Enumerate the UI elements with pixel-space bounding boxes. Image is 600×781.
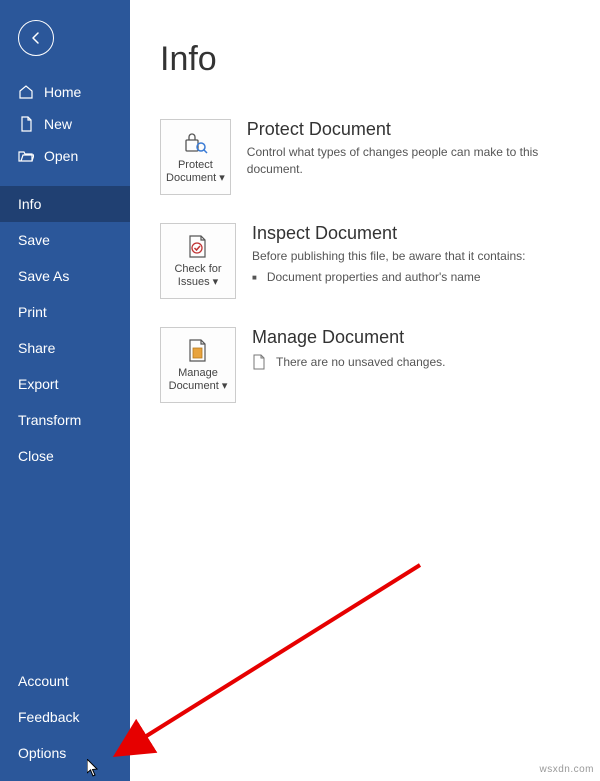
sidebar-item-label: Save As [18,268,69,284]
sidebar-item-label: Share [18,340,55,356]
sidebar-item-print[interactable]: Print [0,294,130,330]
inspect-bullet-text: Document properties and author's name [267,269,481,286]
chevron-down-icon: ▾ [219,172,225,184]
sidebar-item-label: Account [18,673,69,689]
manage-document-desc: There are no unsaved changes. [252,354,445,371]
back-button[interactable] [18,20,54,56]
document-icon [18,116,34,132]
chevron-down-icon: ▾ [222,380,228,392]
protect-document-desc: Control what types of changes people can… [247,144,570,178]
sidebar-item-transform[interactable]: Transform [0,402,130,438]
chevron-down-icon: ▾ [213,276,219,288]
folder-open-icon [18,148,34,164]
watermark-text: wsxdn.com [539,764,594,775]
sidebar-item-save[interactable]: Save [0,222,130,258]
inspect-document-section: Check for Issues ▾ Inspect Document Befo… [160,223,570,299]
lock-search-icon [181,130,209,156]
sidebar-item-label: Close [18,448,54,464]
bullet-icon: ■ [252,272,257,283]
sidebar-item-label: New [44,116,72,132]
sidebar-item-account[interactable]: Account [0,663,130,699]
mouse-cursor-icon [87,759,99,777]
check-for-issues-button[interactable]: Check for Issues ▾ [160,223,236,299]
document-check-icon [186,234,210,260]
manage-document-button[interactable]: Manage Document ▾ [160,327,236,403]
sidebar-item-label: Open [44,148,78,164]
sidebar-item-export[interactable]: Export [0,366,130,402]
sidebar-item-share[interactable]: Share [0,330,130,366]
sidebar-item-close[interactable]: Close [0,438,130,474]
sidebar-item-label: Print [18,304,47,320]
protect-document-title: Protect Document [247,119,570,140]
document-small-icon [252,354,266,370]
sidebar-item-label: Feedback [18,709,79,725]
info-panel: Info Protect Document ▾ Protect Document… [130,0,600,781]
sidebar-item-new[interactable]: New [0,108,130,140]
sidebar-item-label: Info [18,196,41,212]
sidebar-item-label: Home [44,84,81,100]
inspect-document-title: Inspect Document [252,223,526,244]
page-title: Info [160,40,570,79]
sidebar-item-home[interactable]: Home [0,76,130,108]
sidebar-item-feedback[interactable]: Feedback [0,699,130,735]
sidebar-item-open[interactable]: Open [0,140,130,172]
document-manage-icon [186,338,210,364]
protect-document-button[interactable]: Protect Document ▾ [160,119,231,195]
inspect-document-desc: Before publishing this file, be aware th… [252,248,526,286]
tile-label: Protect Document ▾ [165,159,226,184]
protect-document-section: Protect Document ▾ Protect Document Cont… [160,119,570,195]
manage-document-title: Manage Document [252,327,445,348]
backstage-sidebar: Home New Open Info Save Save As Print Sh… [0,0,130,781]
sidebar-item-options[interactable]: Options [0,735,130,771]
back-arrow-icon [28,30,44,46]
manage-document-section: Manage Document ▾ Manage Document There … [160,327,570,403]
sidebar-item-label: Options [18,745,66,761]
sidebar-item-label: Export [18,376,58,392]
tile-label: Manage Document ▾ [165,367,231,392]
sidebar-item-save-as[interactable]: Save As [0,258,130,294]
sidebar-item-label: Transform [18,412,81,428]
home-icon [18,84,34,100]
sidebar-item-label: Save [18,232,50,248]
tile-label: Check for Issues ▾ [165,263,231,288]
sidebar-item-info[interactable]: Info [0,186,130,222]
